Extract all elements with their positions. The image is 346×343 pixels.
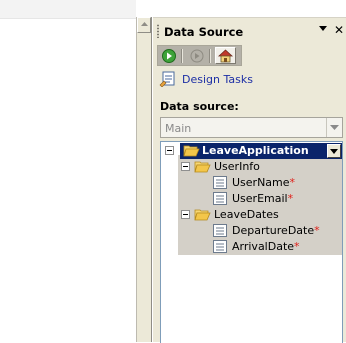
tree-root-label: LeaveApplication [202, 144, 309, 157]
folder-open-icon [194, 209, 211, 221]
tree-root-node[interactable]: LeaveApplication [180, 143, 342, 159]
tree-field-node[interactable]: UserName* [213, 174, 333, 190]
vertical-scrollbar[interactable] [136, 17, 152, 342]
field-icon [213, 192, 227, 205]
field-name: UserEmail [232, 192, 288, 205]
pane-title: Data Source [164, 25, 244, 39]
data-source-value: Main [165, 122, 192, 135]
document-canvas [0, 0, 136, 342]
data-source-dropdown-button[interactable] [326, 118, 342, 137]
data-source-select[interactable]: Main [160, 117, 343, 138]
go-forward-green-icon[interactable] [161, 48, 178, 64]
node-menu-button[interactable] [327, 144, 341, 158]
collapse-group-icon[interactable] [181, 210, 190, 219]
tree-field-node[interactable]: ArrivalDate* [213, 238, 333, 254]
triangle-down-icon[interactable] [319, 26, 327, 31]
tree-field-label: UserEmail* [232, 192, 293, 205]
required-mark: * [287, 192, 294, 205]
design-tasks-icon [159, 71, 175, 87]
tree-group-label: LeaveDates [214, 208, 279, 221]
toolbar-separator [209, 49, 211, 63]
data-source-label: Data source: [160, 100, 239, 113]
tree-group-node[interactable]: LeaveDates [194, 206, 334, 222]
home-icon[interactable] [215, 47, 236, 64]
tree-group-node[interactable]: UserInfo [194, 158, 334, 174]
pane-grip[interactable] [157, 24, 159, 38]
folder-open-icon [194, 161, 211, 173]
field-icon [213, 224, 227, 237]
field-icon [213, 176, 227, 189]
data-source-pane: Data Source ✕ Design Tasks Data source: … [153, 17, 346, 343]
design-tasks-label[interactable]: Design Tasks [182, 73, 253, 86]
field-name: UserName [232, 176, 290, 189]
close-icon[interactable]: ✕ [334, 24, 344, 36]
field-name: ArrivalDate [232, 240, 295, 253]
folder-open-icon [183, 145, 200, 157]
toolbar-separator [181, 49, 183, 63]
navigation-toolbar [157, 45, 242, 66]
triangle-down-icon [330, 149, 338, 154]
required-mark: * [314, 224, 320, 237]
go-disabled-icon[interactable] [189, 48, 206, 64]
tree-field-label: UserName* [232, 176, 295, 189]
scroll-up-button[interactable] [137, 17, 151, 33]
required-mark: * [294, 240, 300, 253]
collapse-group-icon[interactable] [181, 162, 190, 171]
data-source-tree[interactable]: LeaveApplication UserInfo UserName* User… [160, 141, 343, 343]
required-mark: * [289, 176, 296, 189]
chevron-down-icon [330, 125, 339, 130]
tree-field-label: ArrivalDate* [232, 240, 300, 253]
tree-field-node[interactable]: DepartureDate* [213, 222, 338, 238]
field-icon [213, 240, 227, 253]
triangle-up-icon [141, 22, 148, 26]
tree-field-label: DepartureDate* [232, 224, 320, 237]
tree-group-label: UserInfo [214, 160, 260, 173]
tree-field-node[interactable]: UserEmail* [213, 190, 333, 206]
field-name: DepartureDate [232, 224, 315, 237]
collapse-root-icon[interactable] [165, 146, 174, 155]
canvas-top-strip [0, 0, 136, 19]
